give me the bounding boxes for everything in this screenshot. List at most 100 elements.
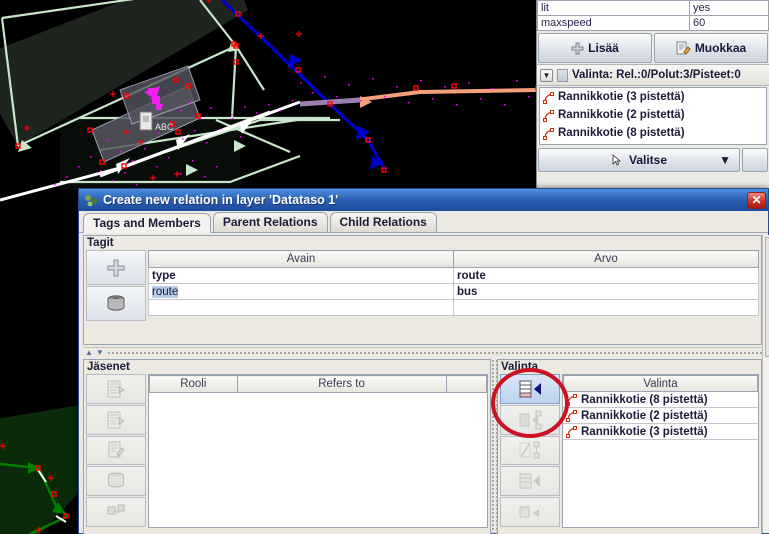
tag-key-cell[interactable]: type (149, 268, 454, 284)
delete-tag-button[interactable] (86, 286, 146, 321)
list-item-label: Rannikkotie (8 pistettä) (558, 127, 685, 139)
edit-tag-label: Muokkaa (695, 41, 746, 55)
trash-icon (104, 469, 128, 493)
list-item[interactable]: Rannikkotie (2 pistettä) (540, 106, 766, 124)
selection-toolbar (500, 374, 560, 528)
download-icon (517, 439, 543, 461)
table-row[interactable]: type route (149, 268, 759, 284)
selection-list-icon (557, 69, 568, 82)
list-item-label: Rannikkotie (8 pistettä) (581, 394, 708, 406)
select-primitives-button[interactable] (500, 497, 560, 527)
download-incomplete-button[interactable] (500, 436, 560, 466)
splitter-grip (107, 351, 762, 354)
cursor-select-icon (611, 154, 624, 167)
dialog-titlebar[interactable]: Create new relation in layer 'Datataso 1… (79, 189, 768, 211)
list-item-label: Rannikkotie (2 pistettä) (558, 109, 685, 121)
table-row[interactable] (149, 300, 759, 316)
prop-value: 60 (690, 16, 769, 31)
tags-panel-title: Tagit (84, 236, 761, 250)
dialog-title: Create new relation in layer 'Datataso 1… (103, 193, 747, 207)
edit-role-button[interactable] (86, 436, 146, 466)
table-row[interactable]: lit yes (538, 1, 769, 16)
column-blank (446, 376, 486, 393)
table-row[interactable]: route bus (149, 284, 759, 300)
list-arrow-icon (105, 378, 127, 400)
tab-tags-and-members[interactable]: Tags and Members (83, 213, 211, 233)
tags-table-header: Avain Arvo (149, 251, 759, 268)
edit-icon (676, 41, 691, 55)
tag-key-cell[interactable] (149, 300, 454, 316)
sort-members-button[interactable] (86, 497, 146, 527)
tag-key-editing-text: route (152, 286, 178, 298)
delete-member-button[interactable] (86, 466, 146, 496)
sort-icon (105, 501, 127, 523)
tab-parent-relations[interactable]: Parent Relations (213, 212, 328, 232)
list-item[interactable]: Rannikkotie (2 pistettä) (563, 408, 758, 424)
add-tag-button[interactable]: Lisää (538, 33, 652, 63)
tag-key-cell-editing[interactable]: route (149, 284, 454, 300)
add-tag-button[interactable] (86, 250, 146, 285)
selection-panel-title: Valinta (498, 360, 761, 374)
table-row[interactable]: maxspeed 60 (538, 16, 769, 31)
column-refers-to: Refers to (237, 376, 446, 393)
tag-value-cell[interactable]: route (454, 268, 759, 284)
select-members-button[interactable] (500, 466, 560, 496)
trash-icon (104, 292, 128, 316)
list-item[interactable]: Rannikkotie (3 pistettä) (563, 424, 758, 440)
chevron-down-icon[interactable]: ▼ (540, 69, 553, 82)
column-rooli: Rooli (150, 376, 238, 393)
add-selection-at-start-button[interactable] (500, 405, 560, 435)
edit-icon (105, 439, 127, 461)
add-node-icon (517, 409, 543, 431)
list-item-label: Rannikkotie (3 pistettä) (581, 426, 708, 438)
members-panel-title: Jäsenet (84, 360, 490, 374)
edit-tag-button[interactable]: Muokkaa (654, 33, 768, 63)
tag-value-cell[interactable] (454, 300, 759, 316)
way-icon (565, 409, 578, 422)
selection-items-list[interactable]: Rannikkotie (8 pistettä) Rannikkotie (2 … (563, 392, 758, 440)
add-tag-label: Lisää (588, 41, 619, 55)
column-avain: Avain (149, 251, 454, 268)
column-valinta: Valinta (563, 375, 758, 392)
members-table-header: Rooli Refers to (150, 376, 487, 393)
way-icon (542, 109, 555, 122)
selection-panel: Valinta (497, 359, 762, 534)
add-selection-button[interactable] (500, 374, 560, 404)
close-icon[interactable]: ✕ (747, 192, 766, 209)
prop-value: yes (690, 1, 769, 16)
add-left-icon (517, 378, 543, 400)
tags-table[interactable]: Avain Arvo type route route bus (148, 250, 759, 316)
prop-key: maxspeed (538, 16, 690, 31)
way-icon (565, 393, 578, 406)
way-icon (542, 127, 555, 140)
members-table[interactable]: Rooli Refers to (149, 375, 487, 393)
list-item[interactable]: Rannikkotie (8 pistettä) (563, 392, 758, 408)
move-down-button[interactable] (86, 405, 146, 435)
splitter-down-icon[interactable]: ▼ (96, 348, 104, 357)
way-icon (565, 425, 578, 438)
prop-key: lit (538, 1, 690, 16)
map-node-icon (140, 112, 152, 130)
select-action-button[interactable]: Valitse ▼ (538, 148, 740, 172)
column-arvo: Arvo (454, 251, 759, 268)
properties-table[interactable]: lit yes maxspeed 60 (537, 0, 769, 31)
tags-toolbar (86, 250, 146, 336)
map-label: ABC (155, 122, 174, 132)
chevron-down-icon[interactable]: ▼ (719, 153, 731, 167)
josm-sidebar: lit yes maxspeed 60 Lisää M (536, 0, 769, 190)
list-item-label: Rannikkotie (3 pistettä) (558, 91, 685, 103)
tab-child-relations[interactable]: Child Relations (330, 212, 437, 232)
scrollbar-thumb[interactable] (765, 237, 769, 357)
move-up-button[interactable] (86, 374, 146, 404)
list-item[interactable]: Rannikkotie (3 pistettä) (540, 88, 766, 106)
create-relation-dialog: Create new relation in layer 'Datataso 1… (78, 188, 769, 534)
dialog-scrollbar[interactable] (762, 235, 769, 533)
tag-value-cell[interactable]: bus (454, 284, 759, 300)
selection-list[interactable]: Rannikkotie (3 pistettä) Rannikkotie (2 … (539, 87, 767, 145)
list-item[interactable]: Rannikkotie (8 pistettä) (540, 124, 766, 142)
splitter-up-icon[interactable]: ▲ (85, 348, 93, 357)
panel-splitter[interactable]: ▲ ▼ (83, 347, 762, 356)
select-action-label: Valitse (629, 153, 667, 167)
selection-panel-header[interactable]: ▼ Valinta: Rel.:0/Polut:3/Pisteet:0 (537, 64, 769, 86)
extra-action-button[interactable] (742, 148, 768, 172)
